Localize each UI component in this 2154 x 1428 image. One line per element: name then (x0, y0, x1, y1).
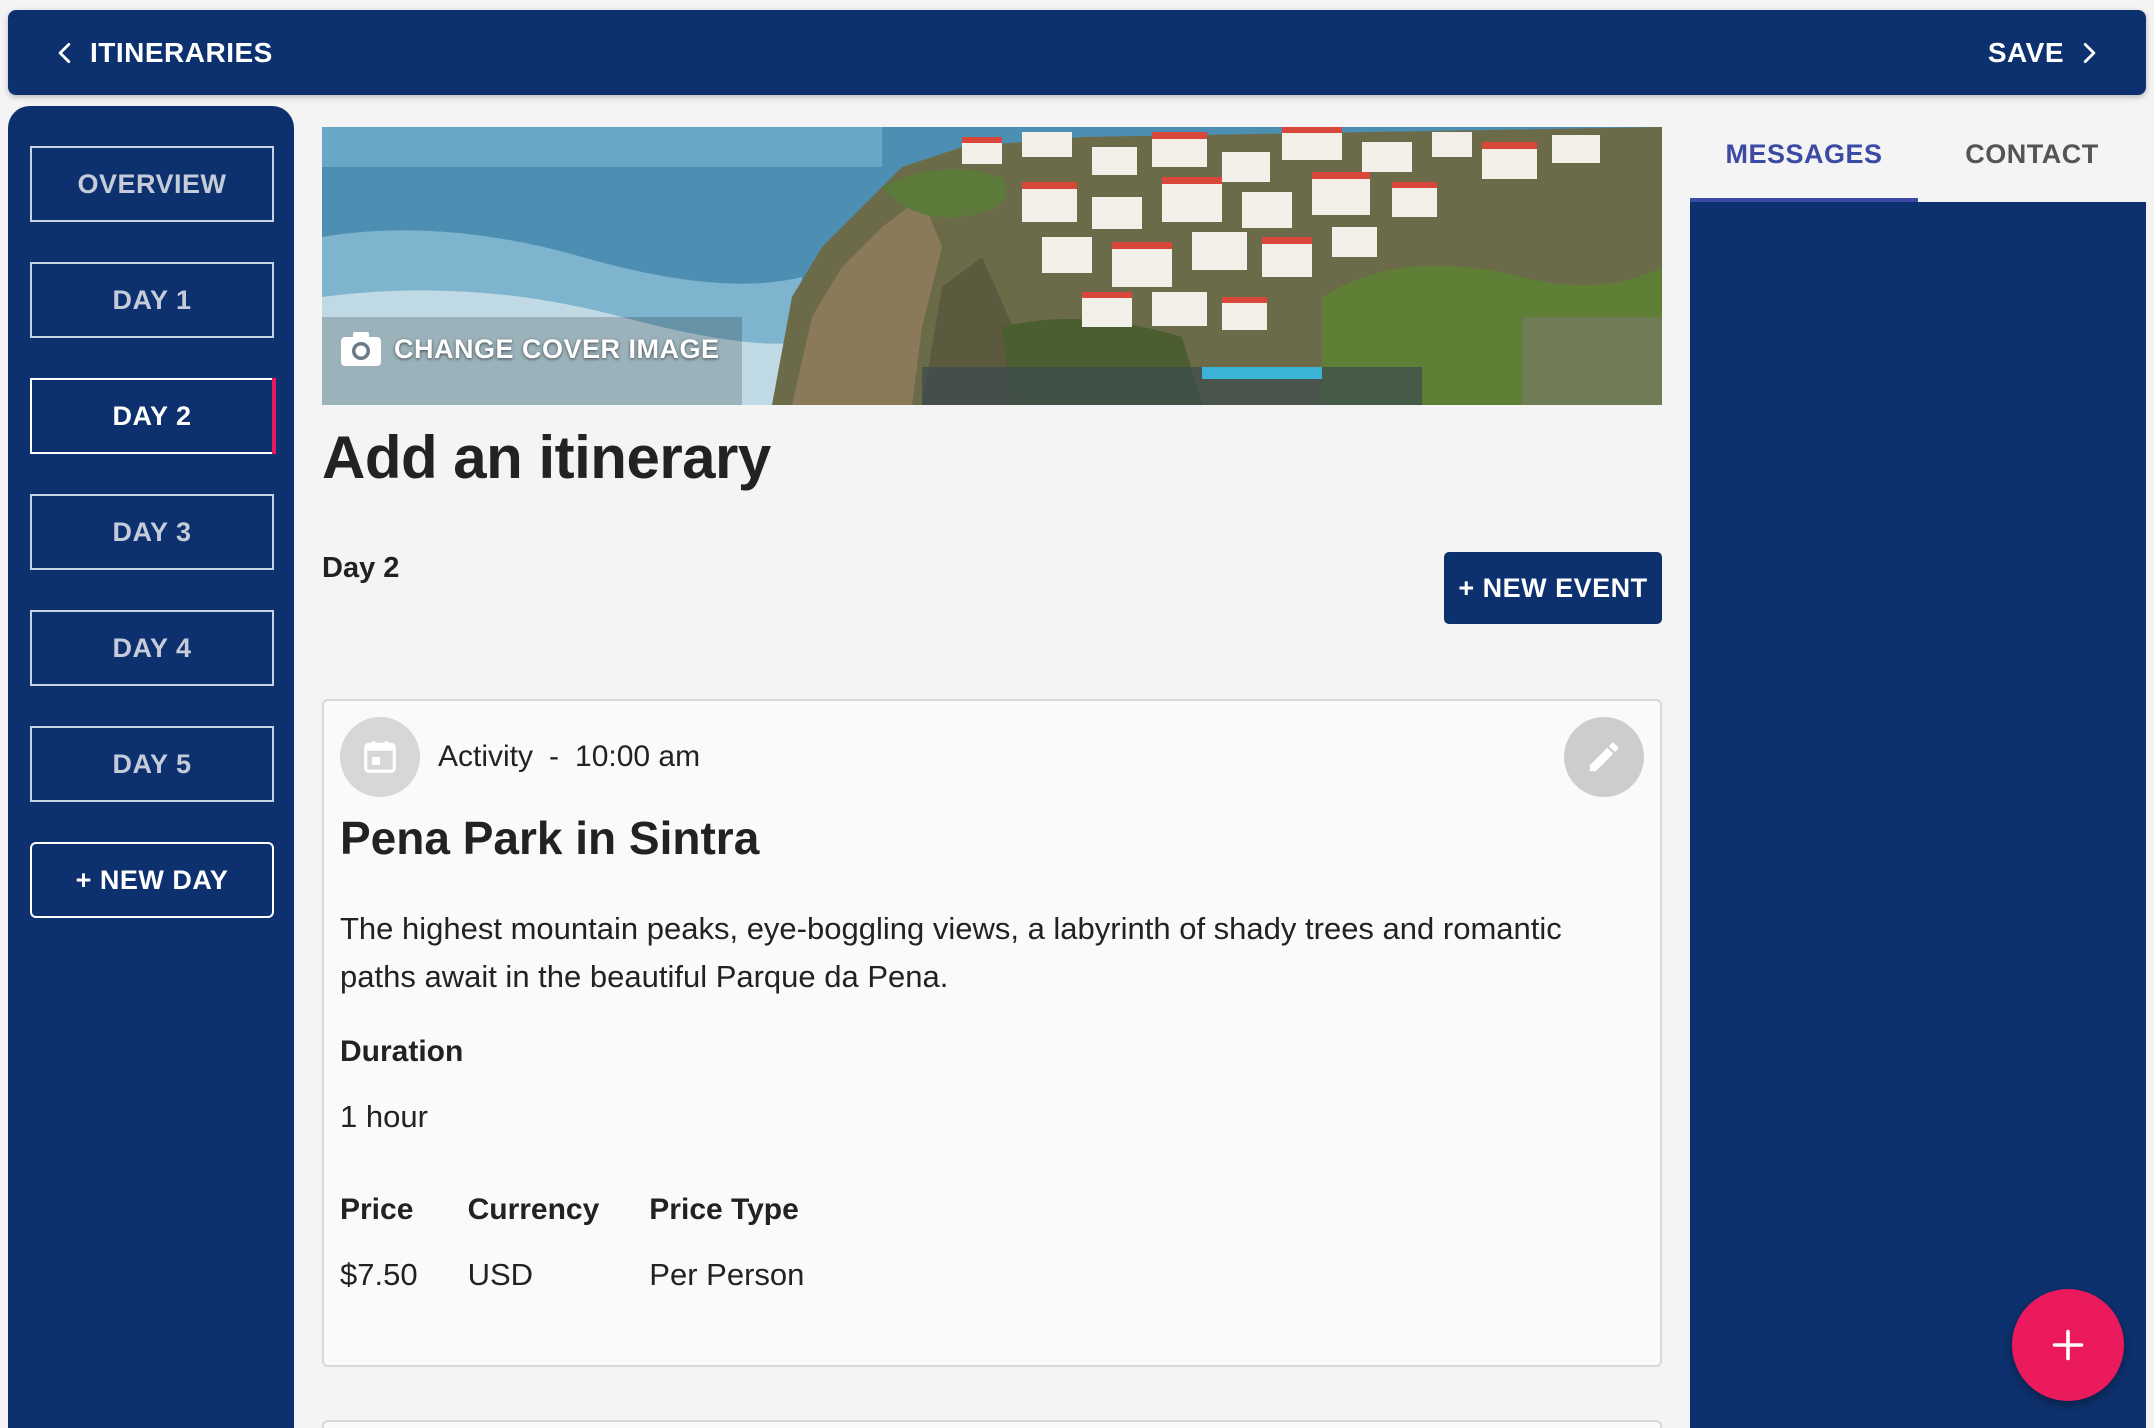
sidebar-item-label: DAY 5 (112, 748, 192, 779)
sidebar-item-label: OVERVIEW (77, 168, 227, 199)
add-fab-button[interactable] (2012, 1289, 2124, 1401)
day-sidebar: OVERVIEW DAY 1 DAY 2 DAY 3 DAY 4 DAY 5 +… (8, 106, 294, 1428)
sidebar-item-label: DAY 1 (112, 284, 192, 315)
tab-label: MESSAGES (1725, 138, 1883, 169)
cover-image: CHANGE COVER IMAGE (322, 127, 1662, 405)
chevron-right-icon (2083, 42, 2096, 63)
calendar-icon (340, 717, 420, 797)
save-button[interactable]: SAVE (1988, 37, 2102, 69)
app-root: ITINERARIES SAVE OVERVIEW DAY 1 DAY 2 DA… (0, 0, 2154, 1428)
new-event-button[interactable]: + NEW EVENT (1444, 552, 1662, 624)
duration-label: Duration (340, 1035, 464, 1068)
right-panel: MESSAGES CONTACT (1690, 106, 2146, 1428)
sidebar-item-label: DAY 3 (112, 516, 192, 547)
sidebar-item-label: DAY 4 (112, 632, 192, 663)
back-to-itineraries-button[interactable]: ITINERARIES (52, 37, 273, 69)
change-cover-image-label: CHANGE COVER IMAGE (394, 333, 720, 364)
sidebar-item-day-5[interactable]: DAY 5 (30, 726, 274, 802)
price-column: Price $7.50 (340, 1193, 418, 1293)
new-event-label: + NEW EVENT (1458, 572, 1648, 603)
event-time: 10:00 am (575, 740, 701, 773)
price-value: $7.50 (340, 1257, 418, 1292)
sidebar-item-day-2[interactable]: DAY 2 (30, 378, 276, 454)
price-type-column: Price Type Per Person (649, 1193, 804, 1293)
right-panel-tabs: MESSAGES CONTACT (1690, 106, 2146, 202)
duration-value: 1 hour (340, 1099, 428, 1134)
tab-contact[interactable]: CONTACT (1918, 106, 2146, 202)
event-meta: Activity - 10:00 am (438, 740, 700, 774)
price-type-value: Per Person (649, 1257, 805, 1292)
edit-event-button[interactable] (1564, 717, 1644, 797)
sidebar-item-day-4[interactable]: DAY 4 (30, 610, 274, 686)
sidebar-item-label: DAY 2 (112, 400, 192, 431)
event-card: Activity - 10:00 am Pena Park in Sintra … (322, 699, 1662, 1367)
main-content: CHANGE COVER IMAGE Add an itinerary Day … (322, 127, 1662, 1367)
new-day-label: + NEW DAY (75, 864, 229, 895)
pencil-icon (1589, 742, 1619, 772)
event-title: Pena Park in Sintra (340, 812, 760, 864)
page-title: Add an itinerary (322, 424, 771, 491)
tab-label: CONTACT (1965, 138, 2099, 169)
price-type-label: Price Type (649, 1193, 799, 1226)
sidebar-item-day-1[interactable]: DAY 1 (30, 262, 274, 338)
currency-label: Currency (467, 1193, 600, 1226)
top-app-bar: ITINERARIES SAVE (8, 10, 2146, 95)
price-details: Price $7.50 Currency USD Price Type Per … (340, 1193, 1644, 1293)
tab-messages[interactable]: MESSAGES (1690, 106, 1918, 202)
sidebar-item-day-3[interactable]: DAY 3 (30, 494, 274, 570)
day-label: Day 2 (322, 552, 400, 584)
event-description: The highest mountain peaks, eye-boggling… (340, 911, 1562, 994)
currency-column: Currency USD (468, 1193, 600, 1293)
price-label: Price (340, 1193, 414, 1226)
sidebar-item-overview[interactable]: OVERVIEW (30, 146, 274, 222)
save-label: SAVE (1987, 36, 2064, 68)
plus-icon (2052, 1329, 2084, 1361)
next-event-card (322, 1420, 1662, 1428)
back-label: ITINERARIES (90, 36, 273, 68)
change-cover-image-button[interactable]: CHANGE COVER IMAGE (340, 331, 720, 367)
currency-value: USD (467, 1257, 534, 1292)
new-day-button[interactable]: + NEW DAY (30, 842, 274, 918)
day-header: Day 2 + NEW EVENT (322, 552, 1662, 702)
chevron-left-icon (58, 42, 71, 63)
event-card-header: Activity - 10:00 am (340, 717, 1644, 797)
event-type: Activity (438, 740, 534, 773)
camera-icon (341, 332, 381, 366)
event-meta-separator: - (549, 740, 560, 773)
